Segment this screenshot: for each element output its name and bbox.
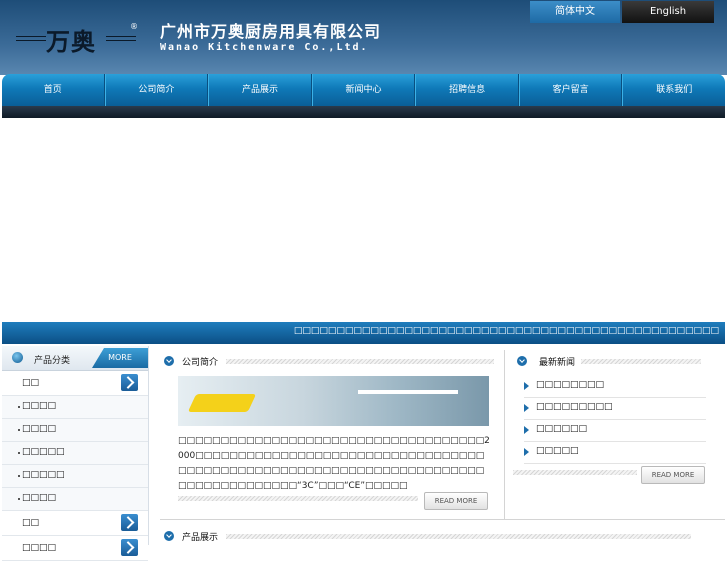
subcategory-item[interactable]: □□□□ xyxy=(2,419,148,442)
arrow-icon[interactable] xyxy=(121,514,138,531)
header: 万奥 ® 广州市万奥厨房用具有限公司 Wanao Kitchenware Co.… xyxy=(0,0,727,75)
dot-icon xyxy=(18,498,20,500)
nav-news[interactable]: 新闻中心 xyxy=(311,74,416,106)
dot-icon xyxy=(18,429,20,431)
category-label: □□ xyxy=(22,378,40,388)
category-label: □□ xyxy=(22,518,40,528)
column-divider xyxy=(504,350,505,520)
dot-icon xyxy=(18,452,20,454)
product-category-sidebar: 产品分类 MORE □□ □□□□ □□□□ □□□□□ □□□□□ □□□□ … xyxy=(2,346,149,561)
chair-shape xyxy=(187,394,257,412)
decorative-stripe xyxy=(513,470,637,475)
sidebar-title: 产品分类 xyxy=(34,356,71,366)
main-nav: 首页 公司简介 产品展示 新闻中心 招聘信息 客户留言 联系我们 xyxy=(2,74,725,106)
about-text: □□□□□□□□□□□□□□□□□□□□□□□□□□□□□□□□□□□□2000… xyxy=(178,436,490,491)
decorative-stripe xyxy=(226,534,691,539)
subcategory-label: □□□□□ xyxy=(22,470,65,480)
sidebar-header: 产品分类 MORE xyxy=(2,346,148,371)
news-list-item[interactable]: □□□□□□□□□ xyxy=(524,398,706,420)
subcategory-item[interactable]: □□□□ xyxy=(2,396,148,419)
dot-icon xyxy=(18,406,20,408)
nav-home[interactable]: 首页 xyxy=(2,74,105,106)
news-item-label: □□□□□□ xyxy=(536,424,588,434)
subcategory-label: □□□□□ xyxy=(22,447,65,457)
sidebar-more-button[interactable]: MORE xyxy=(92,348,148,368)
news-item-label: □□□□□□□□ xyxy=(536,380,605,390)
products-section-header: 产品展示 xyxy=(164,529,714,545)
nav-contact[interactable]: 联系我们 xyxy=(622,74,725,106)
news-list-item[interactable]: □□□□□□□□ xyxy=(524,376,706,398)
news-list-item[interactable]: □□□□□□ xyxy=(524,420,706,442)
news-section-header: 最新新闻 xyxy=(517,354,717,370)
about-read-more-button[interactable]: READ MORE xyxy=(424,492,488,510)
lang-english-button[interactable]: English xyxy=(622,1,714,23)
category-item[interactable]: □□□□ xyxy=(2,536,148,561)
decorative-stripe xyxy=(178,496,418,501)
chevron-down-icon xyxy=(164,531,174,541)
chevron-down-icon xyxy=(517,356,527,366)
desk-shape xyxy=(358,390,458,394)
lang-simplified-chinese-button[interactable]: 简体中文 xyxy=(530,1,620,23)
triangle-right-icon xyxy=(524,426,529,434)
marquee-text: □□□□□□□□□□□□□□□□□□□□□□□□□□□□□□□□□□□□□□□□… xyxy=(293,326,719,336)
news-item-label: □□□□□ xyxy=(536,446,579,456)
nav-guestbook[interactable]: 客户留言 xyxy=(518,74,623,106)
subcategory-label: □□□□ xyxy=(22,424,57,434)
news-title: 最新新闻 xyxy=(539,358,576,368)
subcategory-label: □□□□ xyxy=(22,401,57,411)
section-divider xyxy=(160,519,725,520)
news-item-label: □□□□□□□□□ xyxy=(536,402,613,412)
bullet-circle-icon xyxy=(12,352,23,363)
about-section-header: 公司简介 xyxy=(164,354,494,370)
company-name-cn: 广州市万奥厨房用具有限公司 xyxy=(160,22,382,41)
logo-lines-right xyxy=(106,36,136,41)
triangle-right-icon xyxy=(524,382,529,390)
about-title: 公司简介 xyxy=(182,358,219,368)
dot-icon xyxy=(18,475,20,477)
nav-jobs[interactable]: 招聘信息 xyxy=(415,74,519,106)
nav-about[interactable]: 公司简介 xyxy=(104,74,209,106)
subcategory-item[interactable]: □□□□□ xyxy=(2,465,148,488)
category-item[interactable]: □□ xyxy=(2,371,148,396)
company-logo[interactable]: 万奥 ® xyxy=(16,22,140,56)
registered-mark: ® xyxy=(130,22,138,31)
logo-text: 万奥 xyxy=(46,27,96,56)
triangle-right-icon xyxy=(524,448,529,456)
logo-lines-left xyxy=(16,36,46,41)
news-list-item[interactable]: □□□□□ xyxy=(524,442,706,464)
company-name-en: Wanao Kitchenware Co.,Ltd. xyxy=(160,42,369,53)
products-title: 产品展示 xyxy=(182,533,219,543)
category-item[interactable]: □□ xyxy=(2,511,148,536)
news-read-more-button[interactable]: READ MORE xyxy=(641,466,705,484)
company-photo xyxy=(178,376,489,426)
chevron-down-icon xyxy=(164,356,174,366)
decorative-stripe xyxy=(581,359,701,364)
triangle-right-icon xyxy=(524,404,529,412)
scrolling-banner: □□□□□□□□□□□□□□□□□□□□□□□□□□□□□□□□□□□□□□□□… xyxy=(2,322,725,344)
subcategory-item[interactable]: □□□□ xyxy=(2,488,148,511)
arrow-icon[interactable] xyxy=(121,539,138,556)
subcategory-item[interactable]: □□□□□ xyxy=(2,442,148,465)
subcategory-label: □□□□ xyxy=(22,493,57,503)
arrow-icon[interactable] xyxy=(121,374,138,391)
nav-bottom-bar xyxy=(2,106,725,118)
nav-products[interactable]: 产品展示 xyxy=(208,74,312,106)
decorative-stripe xyxy=(226,359,494,364)
